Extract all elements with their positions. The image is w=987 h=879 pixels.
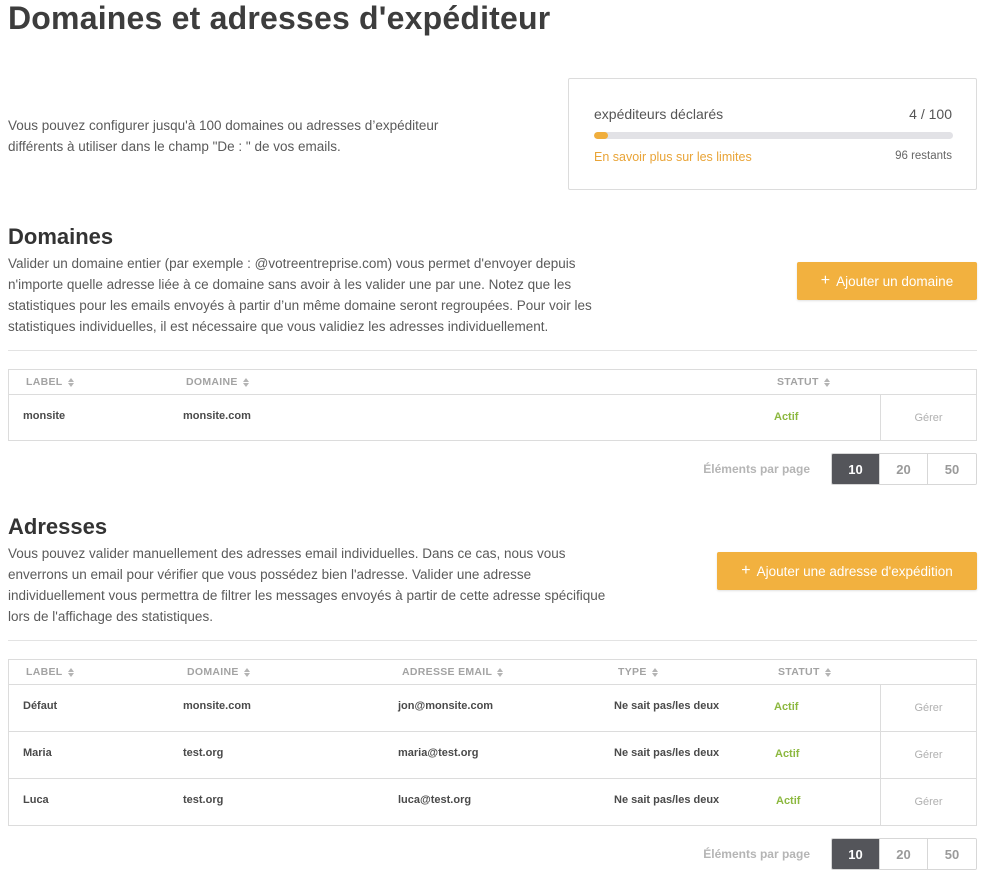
manage-button[interactable]: Gérer: [880, 779, 976, 825]
row-type: Ne sait pas/les deux: [614, 700, 720, 712]
domains-section-title: Domaines: [8, 224, 114, 249]
column-header-type[interactable]: TYPE: [618, 666, 658, 678]
addresses-divider: [8, 640, 977, 641]
row-domain: test.org: [183, 747, 224, 759]
sort-icon: [824, 667, 831, 677]
addresses-table: LABEL DOMAINE ADRESSE EMAIL TYPE STATUT …: [8, 659, 977, 826]
page-size-20[interactable]: 20: [880, 839, 928, 869]
row-label: Défaut: [23, 700, 58, 712]
sort-icon: [651, 667, 658, 677]
items-per-page-label: Éléments par page: [703, 847, 810, 861]
column-header-status[interactable]: STATUT: [777, 376, 830, 388]
domains-pagination: Éléments par page 10 20 50: [703, 453, 977, 485]
add-address-button[interactable]: + Ajouter une adresse d'expédition: [717, 552, 977, 590]
column-header-domain[interactable]: DOMAINE: [186, 376, 249, 388]
status-badge: Actif: [776, 795, 801, 807]
row-domain: monsite.com: [183, 700, 251, 712]
add-domain-button[interactable]: + Ajouter un domaine: [797, 262, 977, 300]
page-size-50[interactable]: 50: [928, 454, 976, 484]
page-size-20[interactable]: 20: [880, 454, 928, 484]
row-email: jon@monsite.com: [398, 700, 494, 712]
row-email: luca@test.org: [398, 794, 472, 806]
sort-icon: [67, 377, 74, 387]
manage-button[interactable]: Gérer: [880, 395, 976, 440]
addresses-pagination: Éléments par page 10 20 50: [703, 838, 977, 870]
table-row: Défaut monsite.com jon@monsite.com Ne sa…: [9, 685, 976, 732]
status-badge: Actif: [775, 748, 800, 760]
sort-icon: [497, 667, 504, 677]
quota-progress-bar: [594, 132, 953, 139]
column-header-label[interactable]: LABEL: [26, 666, 74, 678]
domains-divider: [8, 350, 977, 351]
row-email: maria@test.org: [398, 747, 479, 759]
row-type: Ne sait pas/les deux: [614, 794, 720, 806]
sort-icon: [243, 667, 250, 677]
status-badge: Actif: [774, 701, 799, 713]
quota-remaining: 96 restants: [895, 150, 952, 162]
quota-label: expéditeurs déclarés: [594, 106, 724, 122]
domains-table-header: LABEL DOMAINE STATUT: [9, 370, 976, 395]
manage-button[interactable]: Gérer: [880, 732, 976, 778]
manage-button[interactable]: Gérer: [880, 685, 976, 731]
items-per-page-label: Éléments par page: [703, 462, 810, 476]
page-size-10[interactable]: 10: [832, 839, 880, 869]
table-row: monsite monsite.com Actif Gérer: [9, 395, 976, 440]
sort-icon: [242, 377, 249, 387]
row-type: Ne sait pas/les deux: [614, 747, 720, 759]
add-address-label: Ajouter une adresse d'expédition: [756, 563, 953, 579]
page-title: Domaines et adresses d'expéditeur: [8, 0, 551, 36]
quota-count: 4 / 100: [909, 106, 952, 122]
domains-table: LABEL DOMAINE STATUT monsite monsite.com…: [8, 369, 977, 441]
addresses-description: Vous pouvez valider manuellement des adr…: [8, 546, 606, 624]
quota-progress-fill: [594, 132, 609, 139]
page-size-selector: 10 20 50: [831, 453, 977, 485]
column-header-status[interactable]: STATUT: [778, 666, 831, 678]
sort-icon: [823, 377, 830, 387]
limits-link[interactable]: En savoir plus sur les limites: [594, 150, 752, 164]
row-domain: monsite.com: [183, 410, 251, 422]
addresses-table-header: LABEL DOMAINE ADRESSE EMAIL TYPE STATUT: [9, 660, 976, 685]
plus-icon: +: [741, 562, 751, 579]
status-badge: Actif: [774, 411, 799, 423]
row-label: Maria: [23, 747, 52, 759]
add-domain-label: Ajouter un domaine: [836, 273, 954, 289]
page-size-10[interactable]: 10: [832, 454, 880, 484]
table-row: Maria test.org maria@test.org Ne sait pa…: [9, 732, 976, 779]
column-header-domain[interactable]: DOMAINE: [187, 666, 250, 678]
row-domain: test.org: [183, 794, 224, 806]
column-header-label[interactable]: LABEL: [26, 376, 74, 388]
row-label: Luca: [23, 794, 49, 806]
column-header-email[interactable]: ADRESSE EMAIL: [402, 666, 504, 678]
row-label: monsite: [23, 410, 66, 422]
sender-quota-card: expéditeurs déclarés 4 / 100 En savoir p…: [568, 78, 977, 190]
domains-description: Valider un domaine entier (par exemple :…: [8, 256, 592, 334]
intro-text: Vous pouvez configurer jusqu'à 100 domai…: [8, 118, 439, 154]
sort-icon: [67, 667, 74, 677]
plus-icon: +: [820, 272, 831, 289]
addresses-section-title: Adresses: [8, 514, 108, 539]
page-size-50[interactable]: 50: [928, 839, 976, 869]
page-size-selector: 10 20 50: [831, 838, 977, 870]
table-row: Luca test.org luca@test.org Ne sait pas/…: [9, 779, 976, 825]
